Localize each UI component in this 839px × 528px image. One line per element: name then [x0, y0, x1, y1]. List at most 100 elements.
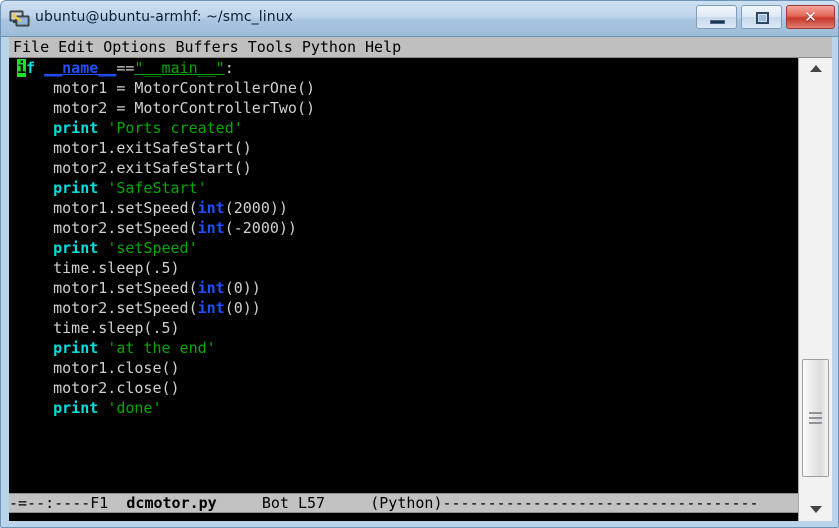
code-line: print 'Ports created' — [17, 118, 243, 138]
code-line: motor2.exitSafeStart() — [17, 158, 252, 178]
code-token: "__main__" — [134, 59, 225, 77]
close-button[interactable]: ✕ — [786, 5, 835, 29]
code-token: int — [197, 219, 225, 237]
minimize-button[interactable] — [696, 5, 737, 29]
code-line: motor2.setSpeed(int(0)) — [17, 298, 261, 318]
code-token: int — [197, 279, 225, 297]
code-token: (2000)) — [224, 199, 288, 217]
minimize-icon — [710, 20, 725, 24]
vertical-scrollbar[interactable] — [798, 58, 832, 521]
code-line: if __name__=="__main__": — [17, 58, 234, 78]
code-buffer[interactable]: if __name__=="__main__": motor1 = MotorC… — [9, 58, 798, 493]
code-line: print 'at the end' — [17, 338, 216, 358]
code-token: time.sleep(.5) — [17, 319, 180, 337]
window-title: ubuntu@ubuntu-armhf: ~/smc_linux — [35, 9, 294, 25]
code-token: 'done' — [107, 399, 162, 417]
code-token: motor1.close() — [17, 359, 180, 377]
window-controls: ✕ — [696, 5, 835, 31]
scroll-down-arrow-icon[interactable] — [799, 499, 832, 521]
scrollbar-grip-icon — [809, 412, 822, 424]
code-token: __name__ — [44, 59, 117, 77]
close-icon: ✕ — [804, 8, 817, 26]
mode-line-filler: ----------------------------------- — [442, 494, 759, 512]
text-cursor: i — [17, 59, 27, 77]
code-token: print — [53, 119, 99, 137]
remote-desktop-icon — [9, 9, 31, 29]
code-line: motor2.close() — [17, 378, 180, 398]
mode-line-gap2 — [325, 494, 370, 512]
code-token: f — [26, 59, 36, 77]
code-token: (-2000)) — [224, 219, 297, 237]
code-token: motor1.exitSafeStart() — [17, 139, 252, 157]
code-line: motor1.exitSafeStart() — [17, 138, 252, 158]
code-token: motor2.setSpeed( — [17, 299, 198, 317]
title-bar[interactable]: ubuntu@ubuntu-armhf: ~/smc_linux ✕ — [1, 1, 838, 37]
code-line: print 'setSpeed' — [17, 238, 198, 258]
application-window: ubuntu@ubuntu-armhf: ~/smc_linux ✕ File E… — [0, 0, 839, 528]
code-token: (0)) — [224, 299, 261, 317]
code-line: time.sleep(.5) — [17, 318, 180, 338]
scroll-up-arrow-icon[interactable] — [799, 58, 832, 80]
mode-line-position: Bot L57 — [261, 494, 326, 512]
menu-item-file[interactable]: File — [13, 37, 49, 57]
code-token: print — [53, 239, 99, 257]
code-token: 'Ports created' — [107, 119, 243, 137]
code-token: time.sleep(.5) — [17, 259, 180, 277]
code-token: 'SafeStart' — [107, 179, 207, 197]
code-line: print 'done' — [17, 398, 162, 418]
code-line: motor1.close() — [17, 358, 180, 378]
code-line: motor1.setSpeed(int(2000)) — [17, 198, 288, 218]
code-token: motor1.setSpeed( — [17, 279, 198, 297]
code-line: motor2.setSpeed(int(-2000)) — [17, 218, 297, 238]
mode-line-prefix: -=--:----F1 — [9, 494, 127, 512]
code-token: motor2 = MotorControllerTwo() — [17, 99, 316, 117]
menu-bar: File Edit Options Buffers Tools Python Help — [9, 37, 832, 58]
code-token: == — [116, 59, 135, 77]
code-token: motor2.close() — [17, 379, 180, 397]
code-token: motor2.setSpeed( — [17, 219, 198, 237]
window-frame-left — [1, 37, 9, 521]
code-line: time.sleep(.5) — [17, 258, 180, 278]
menu-item-edit[interactable]: Edit — [58, 37, 94, 57]
menu-item-help[interactable]: Help — [365, 37, 401, 57]
code-token: print — [53, 179, 99, 197]
mode-line-filename: dcmotor.py — [126, 494, 217, 512]
mode-line-major-mode: (Python) — [370, 494, 443, 512]
code-token: motor1 = MotorControllerOne() — [17, 79, 316, 97]
code-token: 'setSpeed' — [107, 239, 198, 257]
code-token: print — [53, 339, 99, 357]
code-token: print — [53, 399, 99, 417]
code-line: motor1 = MotorControllerOne() — [17, 78, 315, 98]
code-token: (0)) — [224, 279, 261, 297]
code-line: motor1.setSpeed(int(0)) — [17, 278, 261, 298]
menu-item-python[interactable]: Python — [302, 37, 356, 57]
scrollbar-thumb[interactable] — [802, 359, 829, 477]
code-line: motor2 = MotorControllerTwo() — [17, 98, 315, 118]
emacs-frame: File Edit Options Buffers Tools Python Help if… — [9, 37, 832, 521]
code-token: 'at the end' — [107, 339, 216, 357]
code-token: : — [224, 59, 234, 77]
maximize-button[interactable] — [741, 5, 782, 29]
mode-line-gap — [217, 494, 262, 512]
maximize-icon — [756, 12, 769, 24]
code-token: motor1.setSpeed( — [17, 199, 198, 217]
code-token: int — [197, 199, 225, 217]
mode-line: -=--:----F1 dcmotor.py Bot L57 (Python)-… — [9, 493, 798, 513]
menu-item-buffers[interactable]: Buffers — [175, 37, 238, 57]
code-line: print 'SafeStart' — [17, 178, 207, 198]
code-token: motor2.exitSafeStart() — [17, 159, 252, 177]
code-token: int — [197, 299, 225, 317]
menu-item-options[interactable]: Options — [103, 37, 166, 57]
menu-item-tools[interactable]: Tools — [248, 37, 293, 57]
